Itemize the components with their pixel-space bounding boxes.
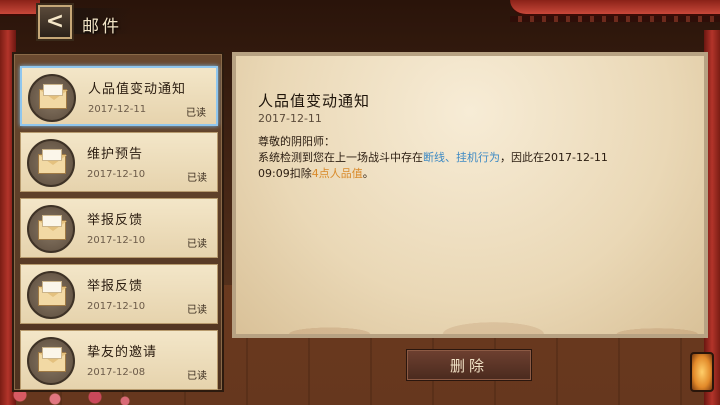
mail-item-title: 举报反馈 [87, 213, 144, 228]
mail-body-text: 系统检测到您在上一场战斗中存在断线、挂机行为，因此在2017-12-11 09:… [258, 150, 638, 182]
mail-detail-body: 尊敬的阴阳师： 系统检测到您在上一场战斗中存在断线、挂机行为，因此在2017-1… [258, 134, 638, 182]
mail-detail-paper: 人品值变动通知 2017-12-11 尊敬的阴阳师： 系统检测到您在上一场战斗中… [236, 56, 704, 334]
page-title: 邮件 [82, 17, 122, 37]
mail-detail-title: 人品值变动通知 [258, 92, 371, 110]
mail-item-title: 人品值变动通知 [88, 82, 187, 97]
mail-item-date: 2017-12-10 [87, 169, 146, 180]
mail-item[interactable]: 举报反馈 2017-12-10 已读 [20, 264, 218, 324]
mail-detail-date: 2017-12-11 [258, 112, 322, 125]
envelope-icon [27, 205, 75, 253]
body-highlight-behavior: 断线、挂机行为 [423, 151, 500, 164]
body-text-prefix: 系统检测到您在上一场战斗中存在 [258, 151, 423, 164]
body-highlight-points: 4点人品值 [311, 167, 363, 180]
mail-item[interactable]: 维护预告 2017-12-10 已读 [20, 132, 218, 192]
mail-item-date: 2017-12-11 [88, 104, 147, 115]
envelope-icon [27, 139, 75, 187]
delete-button[interactable]: 删除 [406, 349, 532, 381]
mail-item-status: 已读 [186, 108, 206, 119]
mail-item[interactable]: 挚友的邀请 2017-12-08 已读 [20, 330, 218, 390]
mail-item-title: 挚友的邀请 [87, 345, 158, 360]
mail-item-status: 已读 [187, 305, 207, 316]
mail-item-date: 2017-12-10 [87, 301, 146, 312]
mail-item-title: 举报反馈 [87, 279, 144, 294]
mail-item-date: 2017-12-10 [87, 235, 146, 246]
envelope-icon [27, 337, 75, 385]
delete-button-label: 删除 [449, 356, 488, 375]
mail-item-date: 2017-12-08 [87, 367, 146, 378]
mail-item[interactable]: 举报反馈 2017-12-10 已读 [20, 198, 218, 258]
mail-greeting: 尊敬的阴阳师： [258, 135, 335, 148]
mail-item-status: 已读 [187, 371, 207, 382]
mail-detail-frame: 人品值变动通知 2017-12-11 尊敬的阴阳师： 系统检测到您在上一场战斗中… [232, 52, 708, 338]
mail-item-title: 维护预告 [87, 147, 144, 162]
roof-right [510, 0, 720, 16]
mail-list-panel[interactable]: 人品值变动通知 2017-12-11 已读 维护预告 2017-12-10 已读… [12, 52, 224, 392]
back-button[interactable]: < [38, 5, 72, 39]
lantern-icon [690, 352, 714, 392]
roof-left [0, 0, 40, 16]
mail-item-status: 已读 [187, 239, 207, 250]
mail-item-selected[interactable]: 人品值变动通知 2017-12-11 已读 [20, 66, 218, 126]
roof-trim [510, 16, 720, 22]
cloud-pattern [236, 274, 704, 334]
back-chevron-icon: < [45, 9, 65, 34]
envelope-icon [28, 74, 76, 122]
body-text-suffix: 。 [362, 167, 374, 180]
envelope-icon [27, 271, 75, 319]
mail-item-status: 已读 [187, 173, 207, 184]
